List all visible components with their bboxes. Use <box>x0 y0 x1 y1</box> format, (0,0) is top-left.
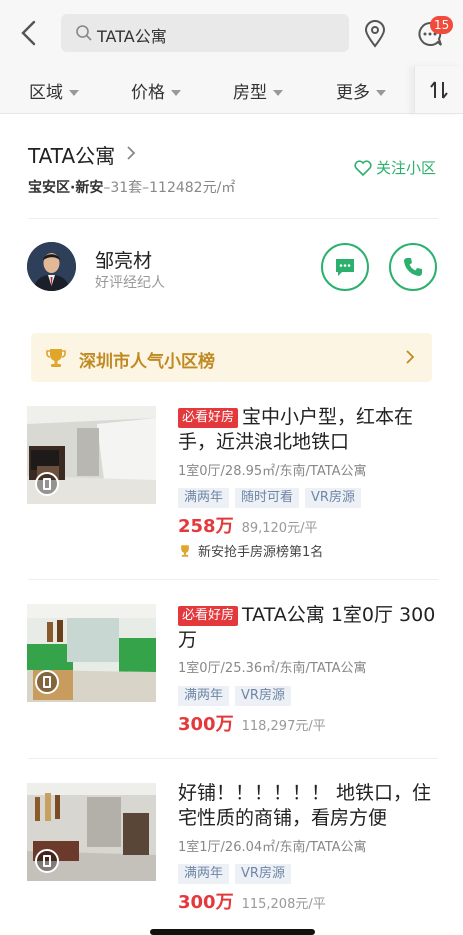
call-button[interactable] <box>389 243 437 291</box>
chat-icon <box>336 259 354 276</box>
listing-info: 1室0厅/28.95㎡/东南/TATA公寓 <box>178 464 367 479</box>
chevron-right-icon <box>406 350 415 364</box>
divider <box>28 579 438 580</box>
tag: VR房源 <box>305 488 361 508</box>
divider <box>28 218 438 219</box>
chevron-right-icon <box>127 146 136 160</box>
agent-avatar[interactable] <box>27 242 76 291</box>
top-bar: TATA公寓 15 <box>0 0 463 66</box>
dropdown-arrow-icon <box>376 90 386 96</box>
sort-icon <box>430 81 448 99</box>
trophy-icon <box>181 545 189 557</box>
divider <box>28 758 438 759</box>
must-see-badge: 必看好房 <box>178 606 239 626</box>
agent-role: 好评经纪人 <box>95 275 165 291</box>
ranking-banner[interactable]: 深圳市人气小区榜 <box>31 333 432 382</box>
search-query: TATA公寓 <box>97 27 167 46</box>
sort-button[interactable] <box>414 66 463 114</box>
filter-region[interactable]: 区域 <box>29 78 79 103</box>
phone-icon <box>404 258 422 276</box>
dropdown-arrow-icon <box>69 90 79 96</box>
notification-badge: 15 <box>430 16 454 34</box>
chat-button[interactable] <box>321 243 369 291</box>
location-pin-icon[interactable] <box>364 20 386 48</box>
ranking-label: 深圳市人气小区榜 <box>79 352 215 372</box>
dropdown-arrow-icon <box>171 90 181 96</box>
trophy-icon <box>46 349 66 367</box>
dropdown-arrow-icon <box>273 90 283 96</box>
unit-price: 115,208元/平 <box>241 897 326 912</box>
listing-info: 1室1厅/26.04㎡/东南/TATA公寓 <box>178 840 367 855</box>
tag: 随时可看 <box>235 488 300 508</box>
unit-price: 89,120元/平 <box>241 521 318 536</box>
avatar-photo <box>27 242 76 291</box>
listing-award[interactable]: 新安抢手房源榜第1名 <box>178 541 323 560</box>
listing-price: 258万 89,120元/平 <box>178 516 318 537</box>
community-name[interactable]: TATA公寓 <box>28 140 115 169</box>
tag: 满两年 <box>178 686 230 706</box>
agent-name: 邹亮材 <box>95 250 153 272</box>
back-icon[interactable] <box>18 18 40 48</box>
listing-title[interactable]: 好铺！！！！！！ 地铁口，住宅性质的商铺，看房方便 <box>178 781 440 831</box>
filter-room-type[interactable]: 房型 <box>233 78 283 103</box>
tag: 满两年 <box>178 488 230 508</box>
unit-price: 118,297元/平 <box>241 719 326 734</box>
heart-icon <box>354 160 372 177</box>
listing-title[interactable]: 必看好房 宝中小户型，红本在手，近洪浪北地铁口 <box>178 405 440 455</box>
tag: VR房源 <box>235 864 291 884</box>
listing-tags: 满两年 VR房源 <box>178 684 297 706</box>
filter-more[interactable]: 更多 <box>336 78 386 103</box>
listing-price: 300万 118,297元/平 <box>178 714 326 735</box>
listing-price: 300万 115,208元/平 <box>178 892 326 913</box>
tag: VR房源 <box>235 686 291 706</box>
vr-icon <box>35 472 59 496</box>
community-summary: 宝安区·新安–31套–112482元/㎡ <box>28 180 236 196</box>
listing-info: 1室0厅/25.36㎡/东南/TATA公寓 <box>178 661 367 676</box>
vr-icon <box>35 849 59 873</box>
listing-photo[interactable] <box>27 604 156 702</box>
listing-photo[interactable] <box>27 783 156 881</box>
listing-tags: 满两年 随时可看 VR房源 <box>178 486 367 508</box>
must-see-badge: 必看好房 <box>178 408 239 428</box>
listing-title[interactable]: 必看好房 TATA公寓 1室0厅 300万 <box>178 603 440 653</box>
listing-photo[interactable] <box>27 406 156 504</box>
follow-community-button[interactable]: 关注小区 <box>354 157 436 178</box>
filter-price[interactable]: 价格 <box>131 78 181 103</box>
tag: 满两年 <box>178 864 230 884</box>
filter-bar: 区域 价格 房型 更多 <box>0 66 463 114</box>
search-icon <box>76 25 92 41</box>
vr-icon <box>35 670 59 694</box>
home-indicator[interactable] <box>150 929 315 935</box>
listing-tags: 满两年 VR房源 <box>178 862 297 884</box>
search-input[interactable]: TATA公寓 <box>61 14 349 52</box>
